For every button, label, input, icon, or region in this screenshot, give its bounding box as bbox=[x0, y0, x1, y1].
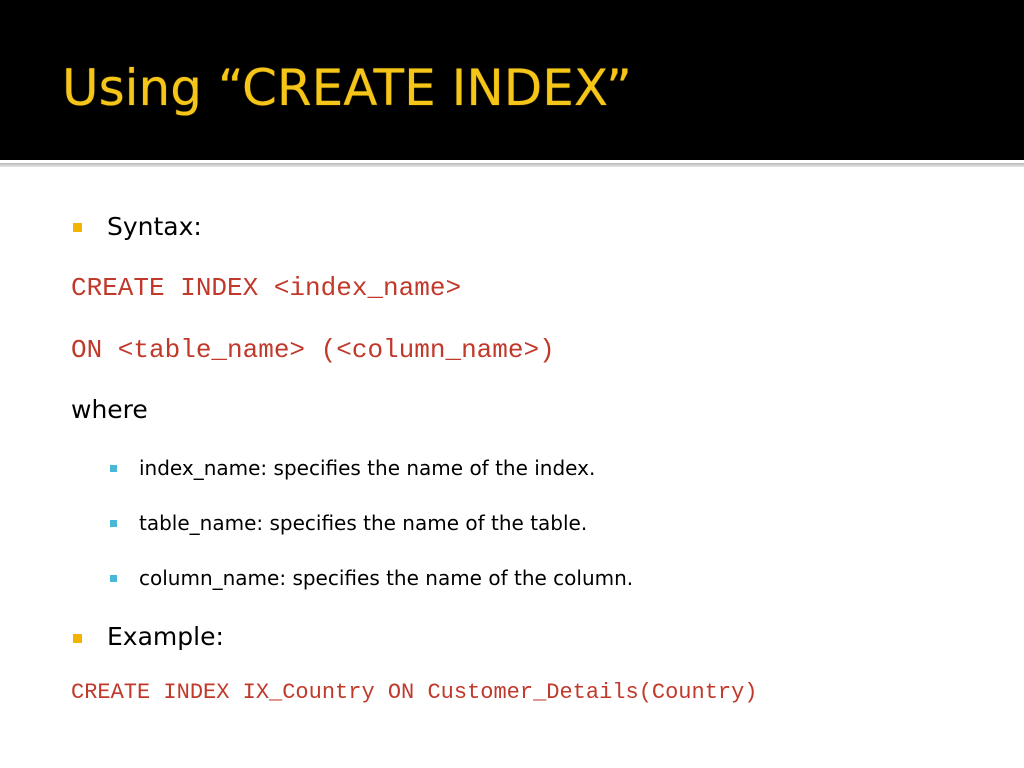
small-square-bullet-icon bbox=[110, 575, 117, 582]
syntax-code-line-1: CREATE INDEX <index_name> bbox=[71, 273, 462, 303]
small-square-bullet-icon bbox=[110, 520, 117, 527]
where-label: where bbox=[71, 395, 148, 424]
title-bar: Using “CREATE INDEX” bbox=[0, 0, 1024, 160]
example-code: CREATE INDEX IX_Country ON Customer_Deta… bbox=[71, 680, 758, 705]
syntax-code-line-2: ON <table_name> (<column_name>) bbox=[71, 335, 555, 365]
example-label: Example: bbox=[107, 622, 224, 651]
square-bullet-icon bbox=[73, 634, 82, 643]
slide-title: Using “CREATE INDEX” bbox=[62, 59, 632, 117]
syntax-label: Syntax: bbox=[107, 212, 202, 241]
definition-item: table_name: specifies the name of the ta… bbox=[139, 511, 588, 535]
definition-item: index_name: specifies the name of the in… bbox=[139, 456, 596, 480]
title-divider bbox=[0, 163, 1024, 167]
definition-item: column_name: specifies the name of the c… bbox=[139, 566, 634, 590]
square-bullet-icon bbox=[73, 223, 82, 232]
small-square-bullet-icon bbox=[110, 465, 117, 472]
slide: Using “CREATE INDEX” Syntax: CREATE INDE… bbox=[0, 0, 1024, 768]
